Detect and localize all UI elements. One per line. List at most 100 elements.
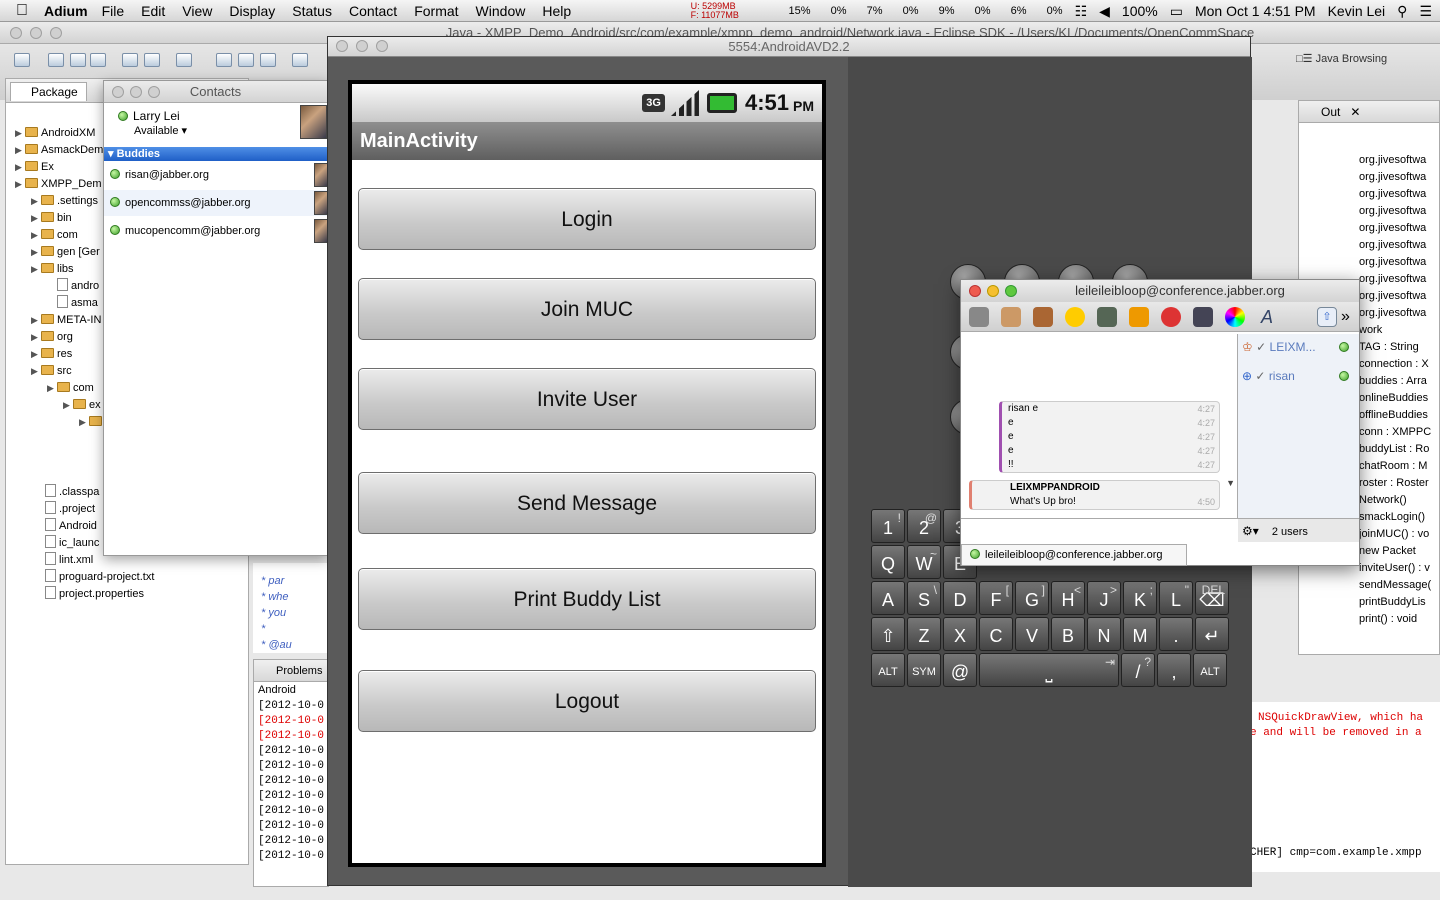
- tree-item[interactable]: asma: [47, 295, 98, 312]
- tree-item[interactable]: ▶ .settings: [31, 193, 98, 210]
- outline-item[interactable]: roster : Roster: [1359, 475, 1429, 492]
- tab-outline[interactable]: Out: [1321, 105, 1340, 119]
- tree-item[interactable]: ▶ bin: [31, 210, 72, 227]
- key-L[interactable]: L ": [1159, 581, 1193, 615]
- close-emulator-button[interactable]: [336, 40, 348, 52]
- color-icon[interactable]: [1225, 307, 1245, 327]
- save-all-icon[interactable]: [70, 53, 86, 67]
- tree-item[interactable]: ▶ AsmackDem: [15, 142, 103, 159]
- menu-file[interactable]: File: [102, 3, 125, 19]
- volume-icon[interactable]: ◀: [1099, 3, 1110, 20]
- close-contacts-button[interactable]: [112, 86, 124, 98]
- tree-file[interactable]: .classpa: [45, 484, 99, 501]
- gear-icon[interactable]: ⚙▾: [1242, 524, 1259, 538]
- link-icon[interactable]: [1129, 307, 1149, 327]
- print-buddy-list-button[interactable]: Print Buddy List: [358, 568, 816, 630]
- java-browsing-perspective[interactable]: □☰ Java Browsing: [1296, 52, 1387, 65]
- expand-arrow-icon[interactable]: ▶: [31, 227, 41, 244]
- outline-item[interactable]: org.jivesoftwa: [1359, 305, 1426, 322]
- clock[interactable]: Mon Oct 1 4:51 PM: [1195, 3, 1316, 19]
- tree-item[interactable]: ▶ src: [31, 363, 72, 380]
- wifi-icon[interactable]: ☷: [1075, 3, 1088, 20]
- outline-item[interactable]: org.jivesoftwa: [1359, 169, 1426, 186]
- menu-contact[interactable]: Contact: [349, 3, 397, 19]
- tree-item[interactable]: ▶ Ex: [15, 159, 54, 176]
- font-icon[interactable]: A: [1257, 307, 1277, 327]
- tab-package-explorer[interactable]: Package: [10, 82, 87, 101]
- tree-item[interactable]: ▶ com: [31, 227, 78, 244]
- expand-arrow-icon[interactable]: ▶: [31, 244, 41, 261]
- battery-level[interactable]: 100%: [1122, 3, 1158, 19]
- new-android-project-icon[interactable]: [216, 53, 232, 67]
- chat-tab[interactable]: leileileibloop@conference.jabber.org: [961, 544, 1187, 566]
- outline-item[interactable]: conn : XMPPC: [1359, 424, 1431, 441]
- user-menu[interactable]: Kevin Lei: [1328, 3, 1386, 19]
- tree-file[interactable]: project.properties: [45, 586, 144, 603]
- new-icon[interactable]: [14, 53, 30, 67]
- tree-file[interactable]: lint.xml: [45, 552, 93, 569]
- tree-item[interactable]: andro: [47, 278, 99, 295]
- outline-item[interactable]: org.jivesoftwa: [1359, 203, 1426, 220]
- zoom-chat-button[interactable]: [1005, 285, 1017, 297]
- outline-item[interactable]: Network(): [1359, 492, 1407, 509]
- spotlight-icon[interactable]: ⚲: [1397, 3, 1407, 20]
- tree-item[interactable]: ▶: [79, 414, 105, 431]
- key-/[interactable]: /?: [1121, 653, 1155, 687]
- tree-item[interactable]: ▶ META-IN: [31, 312, 101, 329]
- expand-arrow-icon[interactable]: ▶: [31, 363, 41, 380]
- minimize-contacts-button[interactable]: [130, 86, 142, 98]
- key-K[interactable]: K;: [1123, 581, 1157, 615]
- outline-item[interactable]: smackLogin(): [1359, 509, 1425, 526]
- key-V[interactable]: V: [1015, 617, 1049, 651]
- key-↵[interactable]: ↵: [1195, 617, 1229, 651]
- buddy-mucopencomm[interactable]: mucopencomm@jabber.org: [110, 218, 322, 244]
- outline-item[interactable]: org.jivesoftwa: [1359, 271, 1426, 288]
- key-X[interactable]: X: [943, 617, 977, 651]
- notification-list-icon[interactable]: ☰: [1419, 3, 1432, 20]
- join-muc-button[interactable]: Join MUC: [358, 278, 816, 340]
- zoom-contacts-button[interactable]: [148, 86, 160, 98]
- outline-item[interactable]: org.jivesoftwa: [1359, 254, 1426, 271]
- tab-problems[interactable]: Problems: [276, 665, 322, 677]
- user-risan[interactable]: ⊕ ✓ risan: [1242, 366, 1354, 386]
- expand-arrow-icon[interactable]: ▶: [31, 210, 41, 227]
- key-.[interactable]: .: [1159, 617, 1193, 651]
- outline-item[interactable]: offlineBuddies: [1359, 407, 1428, 424]
- outline-item[interactable]: onlineBuddies: [1359, 390, 1428, 407]
- save-icon[interactable]: [48, 53, 64, 67]
- expand-arrow-icon[interactable]: ▶: [15, 176, 25, 193]
- tree-item[interactable]: ▶ XMPP_Dem: [15, 176, 102, 193]
- expand-arrow-icon[interactable]: ▶: [31, 193, 41, 210]
- tree-item[interactable]: ▶ libs: [31, 261, 74, 278]
- send-message-button[interactable]: Send Message: [358, 472, 816, 534]
- key-ALT[interactable]: ALT: [871, 653, 905, 687]
- outline-item[interactable]: connection : X: [1359, 356, 1429, 373]
- new-test-icon[interactable]: [238, 53, 254, 67]
- key-@[interactable]: @: [943, 653, 977, 687]
- tree-file[interactable]: ic_launc: [45, 535, 99, 552]
- key-Q[interactable]: Q: [871, 545, 905, 579]
- close-window-button[interactable]: [10, 27, 22, 39]
- tree-file[interactable]: .project: [45, 501, 95, 518]
- key-H[interactable]: H <: [1051, 581, 1085, 615]
- buddy-risan[interactable]: risan@jabber.org: [110, 162, 322, 188]
- outline-item[interactable]: org.jivesoftwa: [1359, 152, 1426, 169]
- logout-button[interactable]: Logout: [358, 670, 816, 732]
- outline-item[interactable]: buddies : Arra: [1359, 373, 1427, 390]
- user-leixm[interactable]: ♔ ✓ LEIXM...: [1242, 337, 1354, 357]
- buddies-group-header[interactable]: ▾ Buddies: [104, 147, 327, 161]
- expand-arrow-icon[interactable]: ▶: [31, 329, 41, 346]
- expand-arrow-icon[interactable]: ▶: [15, 159, 25, 176]
- outline-item[interactable]: new Packet: [1359, 543, 1416, 560]
- menu-format[interactable]: Format: [414, 3, 458, 19]
- menu-view[interactable]: View: [182, 3, 212, 19]
- key-⌫[interactable]: ⌫ DEL: [1195, 581, 1229, 615]
- key-ALT[interactable]: ALT: [1193, 653, 1227, 687]
- minimize-window-button[interactable]: [30, 27, 42, 39]
- outline-item[interactable]: org.jivesoftwa: [1359, 237, 1426, 254]
- file-transfer-icon[interactable]: [1001, 307, 1021, 327]
- buddy-opencommss[interactable]: opencommss@jabber.org: [104, 190, 327, 216]
- lint-icon[interactable]: [176, 53, 192, 67]
- new-xml-icon[interactable]: [260, 53, 276, 67]
- key-F[interactable]: F[: [979, 581, 1013, 615]
